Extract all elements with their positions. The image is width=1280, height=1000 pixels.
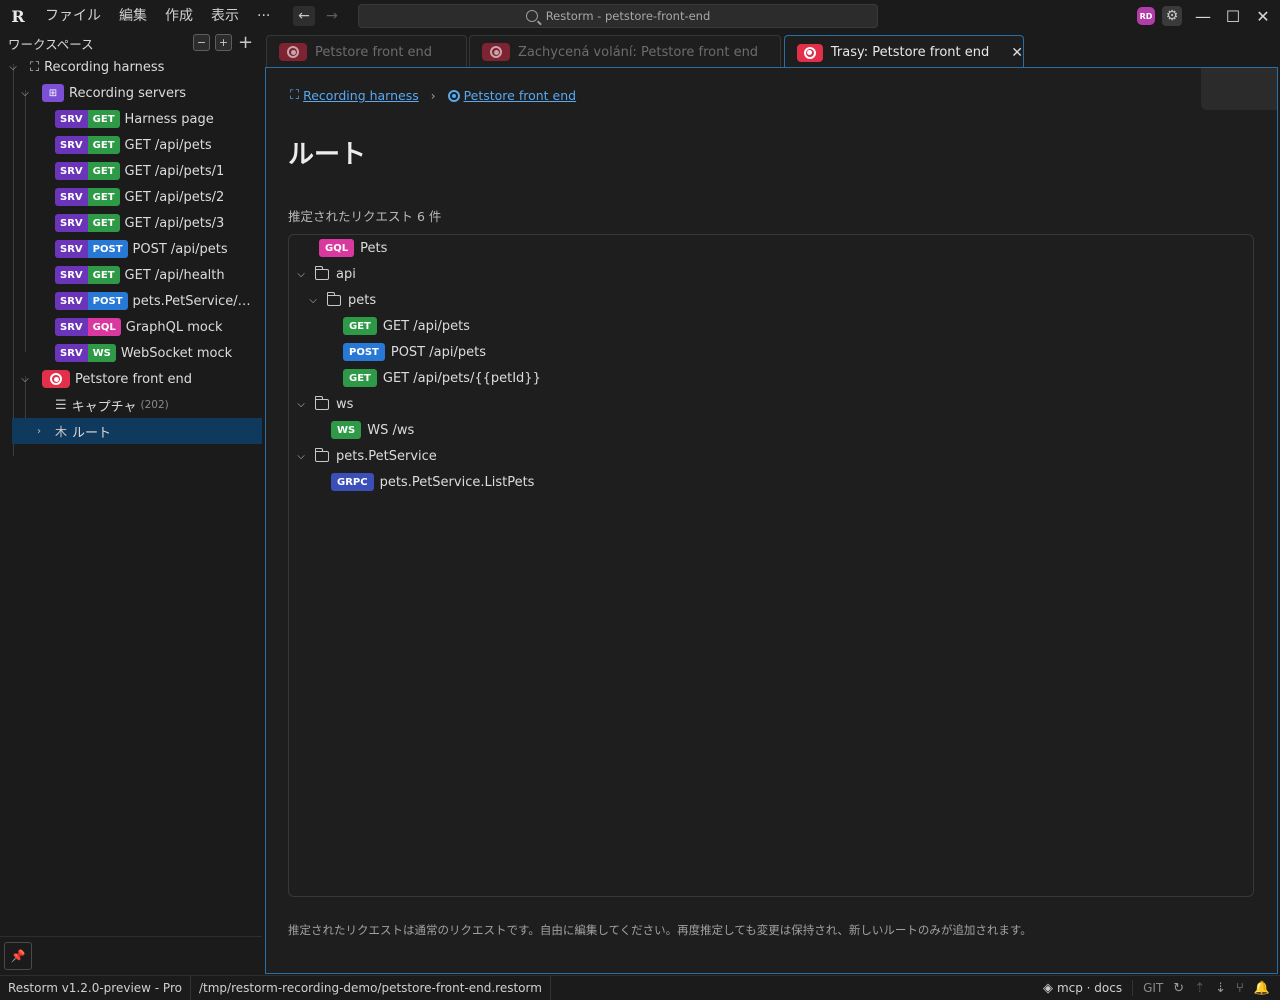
minimize-icon[interactable]: — — [1188, 0, 1218, 32]
menu-edit[interactable]: 編集 — [110, 0, 156, 32]
folder-icon — [327, 291, 341, 306]
server-icon: ⊞ — [42, 84, 64, 102]
route-item[interactable]: GET GET /api/pets — [343, 313, 470, 339]
record-icon — [797, 43, 823, 62]
panel-corner — [1201, 68, 1277, 110]
close-window-icon[interactable]: ✕ — [1248, 0, 1278, 32]
git-label[interactable]: GIT — [1143, 981, 1163, 995]
tab-routes[interactable]: Trasy: Petstore front end ✕ — [784, 35, 1024, 69]
title-bar: R ファイル 編集 作成 表示 ··· ← → Restorm - petsto… — [0, 0, 1280, 32]
back-arrow-icon[interactable]: ← — [293, 6, 315, 26]
tab-bar: Petstore front end Zachycená volání: Pet… — [262, 32, 1280, 69]
list-icon: ☰ — [55, 397, 67, 413]
inferred-count: 推定されたリクエスト 6 件 — [288, 209, 442, 224]
add-icon[interactable]: + — [237, 33, 254, 51]
route-folder[interactable]: ⌵ api — [295, 261, 356, 287]
maximize-icon[interactable]: ☐ — [1218, 0, 1248, 32]
folder-icon — [315, 265, 329, 280]
route-folder[interactable]: ⌵ ws — [295, 391, 353, 417]
record-icon — [42, 370, 70, 388]
chevron-down-icon: ⌵ — [9, 61, 17, 73]
page-title: ルート — [288, 140, 367, 170]
routes-panel: ⛶ Recording harness › Petstore front end… — [265, 67, 1278, 974]
harness-icon: ⛶ — [290, 88, 300, 103]
chevron-down-icon: ⌵ — [309, 294, 317, 306]
menu-file[interactable]: ファイル — [36, 0, 110, 32]
harness-icon: ⛶ — [30, 59, 40, 75]
close-icon[interactable]: ✕ — [1011, 45, 1023, 61]
workspace-title: ワークスペース — [8, 36, 94, 52]
tree-item-petstore-front-end[interactable]: ⌵ Petstore front end — [0, 366, 262, 392]
command-search[interactable]: Restorm - petstore-front-end — [358, 4, 878, 28]
route-folder[interactable]: ⌵ pets — [307, 287, 376, 313]
tree-item-server[interactable]: SRV GET GET /api/pets — [0, 132, 262, 158]
tree-item-server[interactable]: SRV GET GET /api/pets/3 — [0, 210, 262, 236]
tree-item-server[interactable]: SRV GQL GraphQL mock — [0, 314, 262, 340]
menu-view[interactable]: 表示 — [202, 0, 248, 32]
chevron-down-icon: ⌵ — [21, 87, 29, 99]
folder-icon — [315, 447, 329, 462]
breadcrumb: ⛶ Recording harness › Petstore front end — [290, 88, 576, 103]
record-icon — [279, 43, 307, 61]
refresh-icon[interactable]: ↻ — [1173, 981, 1184, 996]
breadcrumb-harness[interactable]: Recording harness — [303, 88, 419, 103]
forward-arrow-icon[interactable]: → — [321, 6, 343, 26]
menu-create[interactable]: 作成 — [156, 0, 202, 32]
chevron-right-icon: › — [37, 425, 41, 437]
tree-item-server[interactable]: SRV GET GET /api/pets/1 — [0, 158, 262, 184]
tree-item-server[interactable]: SRV GET GET /api/health — [0, 262, 262, 288]
record-icon — [482, 43, 510, 61]
status-bar: Restorm v1.2.0-preview - Pro /tmp/restor… — [0, 975, 1280, 1000]
project-path[interactable]: /tmp/restorm-recording-demo/petstore-fro… — [191, 976, 551, 1000]
chevron-down-icon: ⌵ — [297, 268, 305, 280]
mcp-icon: ◈ — [1042, 980, 1053, 996]
tree-item-server[interactable]: SRV GET Harness page — [0, 106, 262, 132]
footer-note: 推定されたリクエストは通常のリクエストです。自由に編集してください。再度推定して… — [288, 923, 1032, 937]
tree-item-routes[interactable]: › ⽊ ルート — [12, 418, 262, 444]
route-item[interactable]: GET GET /api/pets/{{petId}} — [343, 365, 541, 391]
route-item[interactable]: GQL Pets — [319, 235, 387, 261]
record-icon — [447, 89, 460, 102]
app-version: Restorm v1.2.0-preview - Pro — [0, 976, 191, 1000]
menu-more[interactable]: ··· — [248, 0, 279, 32]
tree-item-capture[interactable]: ☰ キャプチャ (202) — [0, 392, 262, 418]
gear-icon[interactable]: ⚙ — [1162, 6, 1182, 26]
search-text: Restorm - petstore-front-end — [545, 9, 711, 23]
tab-captured-calls[interactable]: Zachycená volání: Petstore front end — [469, 35, 781, 68]
tree-item-server[interactable]: SRV POST POST /api/pets — [0, 236, 262, 262]
mcp-docs-link[interactable]: mcp · docs — [1057, 981, 1122, 995]
push-icon[interactable]: ⇡ — [1194, 981, 1205, 996]
route-item[interactable]: POST POST /api/pets — [343, 339, 486, 365]
bell-icon[interactable]: 🔔 — [1254, 981, 1270, 996]
folder-icon — [315, 395, 329, 410]
tree-item-server[interactable]: SRV POST pets.PetService/Li... — [0, 288, 262, 314]
pin-icon[interactable]: 📌 — [4, 942, 32, 970]
tree-item-server[interactable]: SRV WS WebSocket mock — [0, 340, 262, 366]
sidebar: ワークスペース − + + ⌵ ⛶ Recording harness ⌵ ⊞ … — [0, 32, 262, 973]
route-item[interactable]: WS WS /ws — [331, 417, 414, 443]
tree-item-recording-servers[interactable]: ⌵ ⊞ Recording servers — [0, 80, 262, 106]
chevron-down-icon: ⌵ — [297, 398, 305, 410]
routes-icon: ⽊ — [55, 424, 68, 439]
avatar[interactable]: RD — [1137, 7, 1155, 25]
breadcrumb-frontend[interactable]: Petstore front end — [464, 88, 577, 103]
app-logo: R — [11, 6, 25, 26]
collapse-all-icon[interactable]: − — [193, 34, 210, 51]
chevron-down-icon: ⌵ — [21, 373, 29, 385]
tree-item-server[interactable]: SRV GET GET /api/pets/2 — [0, 184, 262, 210]
pull-icon[interactable]: ⇣ — [1215, 981, 1226, 996]
expand-all-icon[interactable]: + — [215, 34, 232, 51]
route-folder[interactable]: ⌵ pets.PetService — [295, 443, 437, 469]
search-icon — [525, 10, 538, 22]
tab-petstore-front-end[interactable]: Petstore front end — [266, 35, 467, 68]
routes-tree: GQL Pets ⌵ api ⌵ pets GET GET /api/pets … — [288, 234, 1254, 897]
branch-icon[interactable]: ⑂ — [1236, 981, 1244, 996]
route-item[interactable]: GRPC pets.PetService.ListPets — [331, 469, 534, 495]
workspace-header: ワークスペース − + + — [0, 32, 262, 54]
chevron-down-icon: ⌵ — [297, 450, 305, 462]
tree-item-harness[interactable]: ⌵ ⛶ Recording harness — [0, 54, 262, 80]
chevron-right-icon: › — [430, 88, 436, 103]
